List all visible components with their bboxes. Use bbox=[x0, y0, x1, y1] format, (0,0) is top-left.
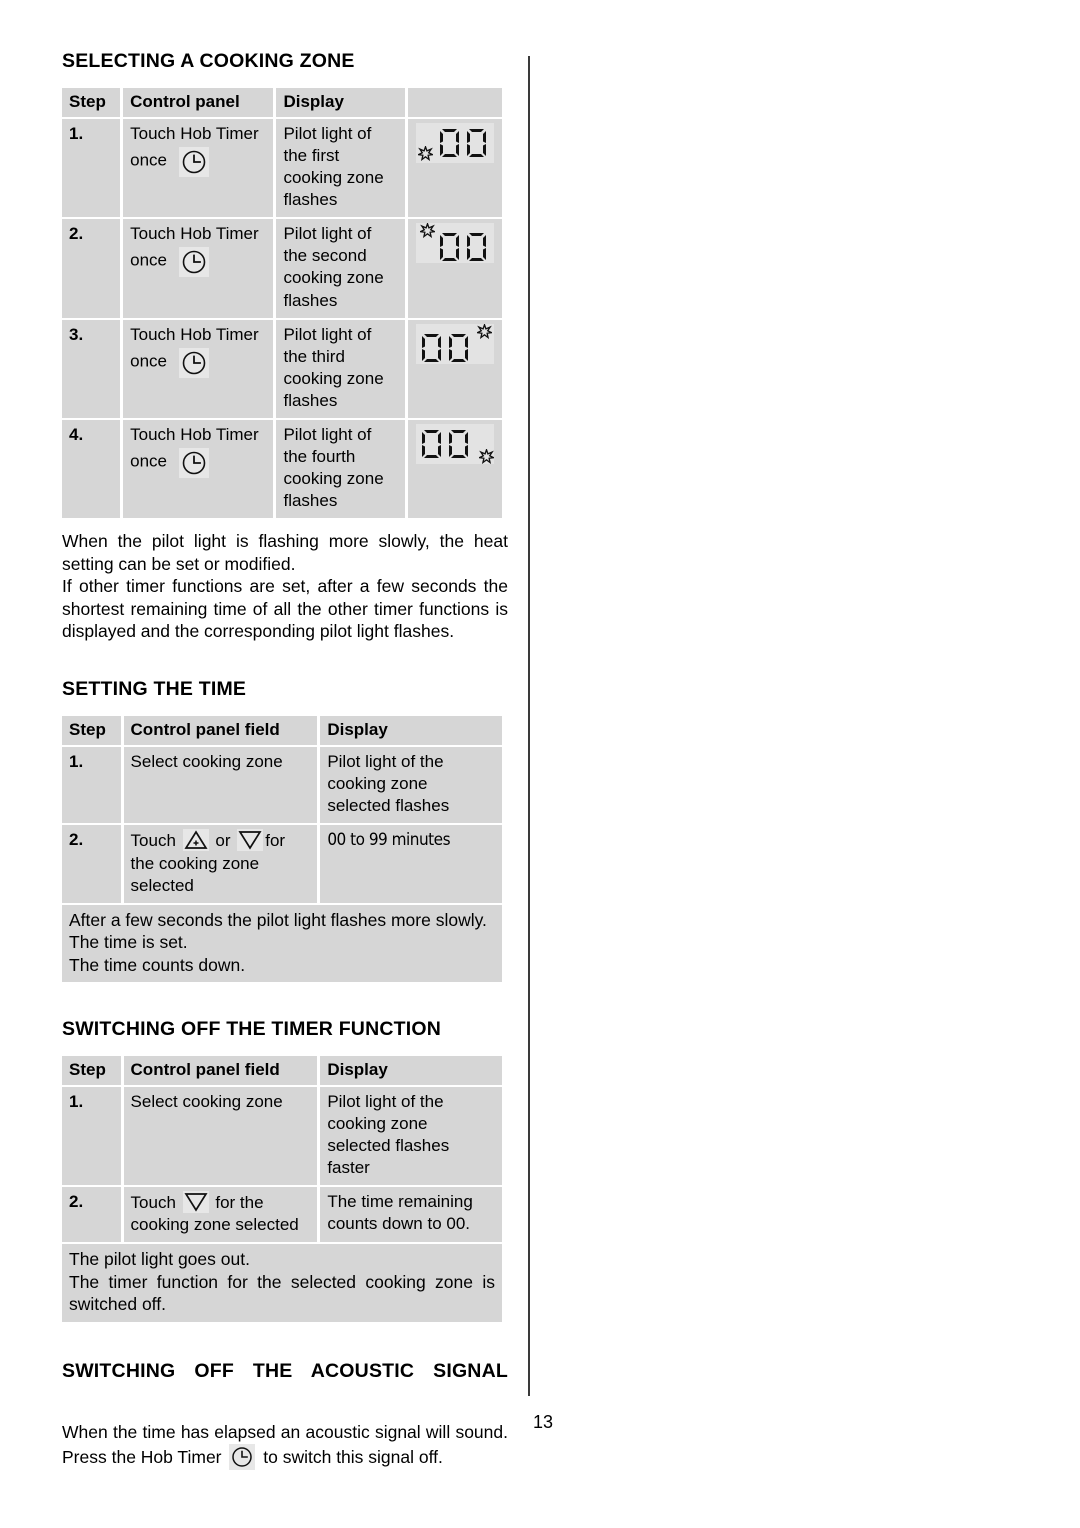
cell-control-panel: Touch Hob Timer once bbox=[123, 118, 274, 218]
cell-display-text: Pilot light of the third cooking zone fl… bbox=[276, 319, 405, 418]
note-line: The timer function for the selected cook… bbox=[69, 1271, 495, 1315]
hob-timer-clock-icon bbox=[229, 1443, 256, 1470]
cell-display-text: Pilot light of the first cooking zone fl… bbox=[276, 118, 405, 218]
table-row: 2. Touch or for the cooking zone selecte… bbox=[62, 825, 502, 903]
decrease-triangle-icon bbox=[182, 1191, 209, 1214]
cell-control-panel: Select cooking zone bbox=[123, 747, 318, 824]
column-header-control-panel-field: Control panel field bbox=[123, 1055, 318, 1085]
column-header-control-panel-field: Control panel field bbox=[123, 716, 318, 746]
display-digits bbox=[420, 428, 472, 463]
manual-page: SELECTING A COOKING ZONE Step Control pa… bbox=[0, 0, 1080, 1528]
table-row: 4. Touch Hob Timer once Pilot light of t… bbox=[62, 420, 502, 519]
hob-timer-clock-icon bbox=[179, 247, 209, 278]
note-line: After a few seconds the pilot light flas… bbox=[69, 909, 487, 930]
note-line: The time counts down. bbox=[69, 954, 246, 975]
table-row: 1. Touch Hob Timer once Pilot light of t… bbox=[62, 118, 502, 218]
cell-display-graphic bbox=[407, 118, 502, 218]
display-digits bbox=[438, 127, 490, 162]
cell-control-panel: Touch Hob Timer once bbox=[123, 219, 274, 318]
note-line: The time is set. bbox=[69, 932, 188, 953]
table-note-row: After a few seconds the pilot light flas… bbox=[62, 904, 502, 982]
column-header-step: Step bbox=[62, 716, 121, 746]
cell-control-panel: Touch or for the cooking zone selected bbox=[123, 825, 318, 903]
cell-display-graphic bbox=[407, 219, 502, 318]
column-header-display: Display bbox=[276, 87, 405, 117]
cell-display-text: Pilot light of the cooking zone selected… bbox=[320, 1086, 502, 1186]
pilot-light-star-icon bbox=[475, 322, 494, 339]
display-digits bbox=[420, 332, 472, 367]
table-row: 2. Touch Hob Timer once Pilot light of t… bbox=[62, 219, 502, 318]
page-number: 13 bbox=[0, 1412, 1080, 1433]
cell-step: 1. bbox=[62, 118, 121, 218]
cell-control-panel: Touch Hob Timer once bbox=[123, 420, 274, 519]
section-title-switching-off-the-timer-function: SWITCHING OFF THE TIMER FUNCTION bbox=[62, 1017, 442, 1040]
cell-step: 2. bbox=[62, 219, 121, 318]
control-panel-text-pre: Touch bbox=[130, 1193, 176, 1213]
hob-timer-clock-icon bbox=[179, 347, 209, 378]
cell-control-panel: Touch Hob Timer once bbox=[123, 319, 274, 418]
cell-display-text: Pilot light of the fourth cooking zone f… bbox=[276, 420, 405, 519]
table-switching-off-the-timer-function: Step Control panel field Display 1. Sele… bbox=[59, 1054, 505, 1324]
column-header-display: Display bbox=[320, 1055, 502, 1085]
cell-display-text: The time remaining counts down to 00. bbox=[320, 1187, 502, 1243]
cell-step: 3. bbox=[62, 319, 121, 418]
section-title-selecting-a-cooking-zone: SELECTING A COOKING ZONE bbox=[62, 50, 355, 72]
column-header-display: Display bbox=[320, 716, 502, 746]
display-panel-graphic bbox=[415, 424, 496, 465]
display-digits bbox=[438, 231, 490, 266]
table-setting-the-time: Step Control panel field Display 1. Sele… bbox=[59, 714, 505, 984]
section-title-switching-off-the-acoustic-signal: SWITCHING OFF THE ACOUSTIC SIGNAL bbox=[62, 1359, 508, 1382]
table-header-row: Step Control panel field Display bbox=[62, 716, 502, 746]
cell-display-graphic bbox=[407, 420, 502, 519]
paragraph-block-cooking-zone: When the pilot light is flashing more sl… bbox=[62, 530, 508, 642]
table-header-row: Step Control panel field Display bbox=[62, 1055, 502, 1085]
column-header-step: Step bbox=[62, 87, 121, 117]
control-panel-text-pre: Touch bbox=[130, 831, 176, 851]
page-vertical-rule bbox=[528, 56, 530, 1396]
cell-display-graphic bbox=[407, 319, 502, 418]
cell-control-panel: Select cooking zone bbox=[123, 1086, 318, 1186]
pilot-light-star-icon bbox=[418, 221, 437, 239]
table-row: 3. Touch Hob Timer once Pilot light of t… bbox=[62, 319, 502, 418]
display-panel-graphic bbox=[415, 322, 494, 367]
cell-step: 2. bbox=[62, 825, 121, 903]
table-row: 1. Select cooking zone Pilot light of th… bbox=[62, 747, 502, 824]
hob-timer-clock-icon bbox=[179, 448, 209, 479]
cell-step: 2. bbox=[62, 1187, 121, 1243]
cell-step: 1. bbox=[62, 747, 121, 824]
column-header-step: Step bbox=[62, 1055, 121, 1085]
increase-triangle-icon bbox=[182, 829, 209, 852]
table-row: 1. Select cooking zone Pilot light of th… bbox=[62, 1086, 502, 1186]
page-number-value: 13 bbox=[532, 1412, 554, 1432]
cell-step: 4. bbox=[62, 420, 121, 519]
cell-control-panel: Touch for the cooking zone selected bbox=[123, 1187, 318, 1243]
paragraph-pilot-light-slow: When the pilot light is flashing more sl… bbox=[62, 531, 508, 574]
column-header-control-panel: Control panel bbox=[123, 87, 274, 117]
paragraph-other-timer-functions: If other timer functions are set, after … bbox=[62, 576, 508, 641]
table-note-row: The pilot light goes out. The timer func… bbox=[62, 1244, 502, 1322]
cell-step: 1. bbox=[62, 1086, 121, 1186]
section-title-setting-the-time: SETTING THE TIME bbox=[62, 678, 247, 701]
column-header-display-graphic bbox=[407, 87, 502, 117]
cell-display-text: 00 to 99 minutes bbox=[320, 825, 502, 903]
pilot-light-star-icon bbox=[477, 447, 496, 465]
display-panel-graphic bbox=[415, 122, 494, 163]
cell-note: After a few seconds the pilot light flas… bbox=[62, 904, 502, 982]
page-content: SELECTING A COOKING ZONE Step Control pa… bbox=[62, 50, 508, 1470]
cell-display-text: Pilot light of the cooking zone selected… bbox=[320, 747, 502, 824]
cell-display-text: Pilot light of the second cooking zone f… bbox=[276, 219, 405, 318]
hob-timer-clock-icon bbox=[179, 146, 209, 177]
decrease-triangle-icon bbox=[237, 829, 264, 852]
table-header-row: Step Control panel Display bbox=[62, 87, 502, 117]
cell-note: The pilot light goes out. The timer func… bbox=[62, 1244, 502, 1322]
pilot-light-star-icon bbox=[416, 144, 435, 161]
control-panel-text-mid: or bbox=[215, 831, 231, 851]
table-row: 2. Touch for the cooking zone selected T… bbox=[62, 1187, 502, 1243]
note-line: The pilot light goes out. bbox=[69, 1249, 250, 1270]
display-panel-graphic bbox=[415, 221, 494, 266]
table-selecting-a-cooking-zone: Step Control panel Display 1. Touch Hob … bbox=[59, 86, 505, 521]
paragraph-acoustic-post: to switch this signal off. bbox=[263, 1446, 443, 1467]
